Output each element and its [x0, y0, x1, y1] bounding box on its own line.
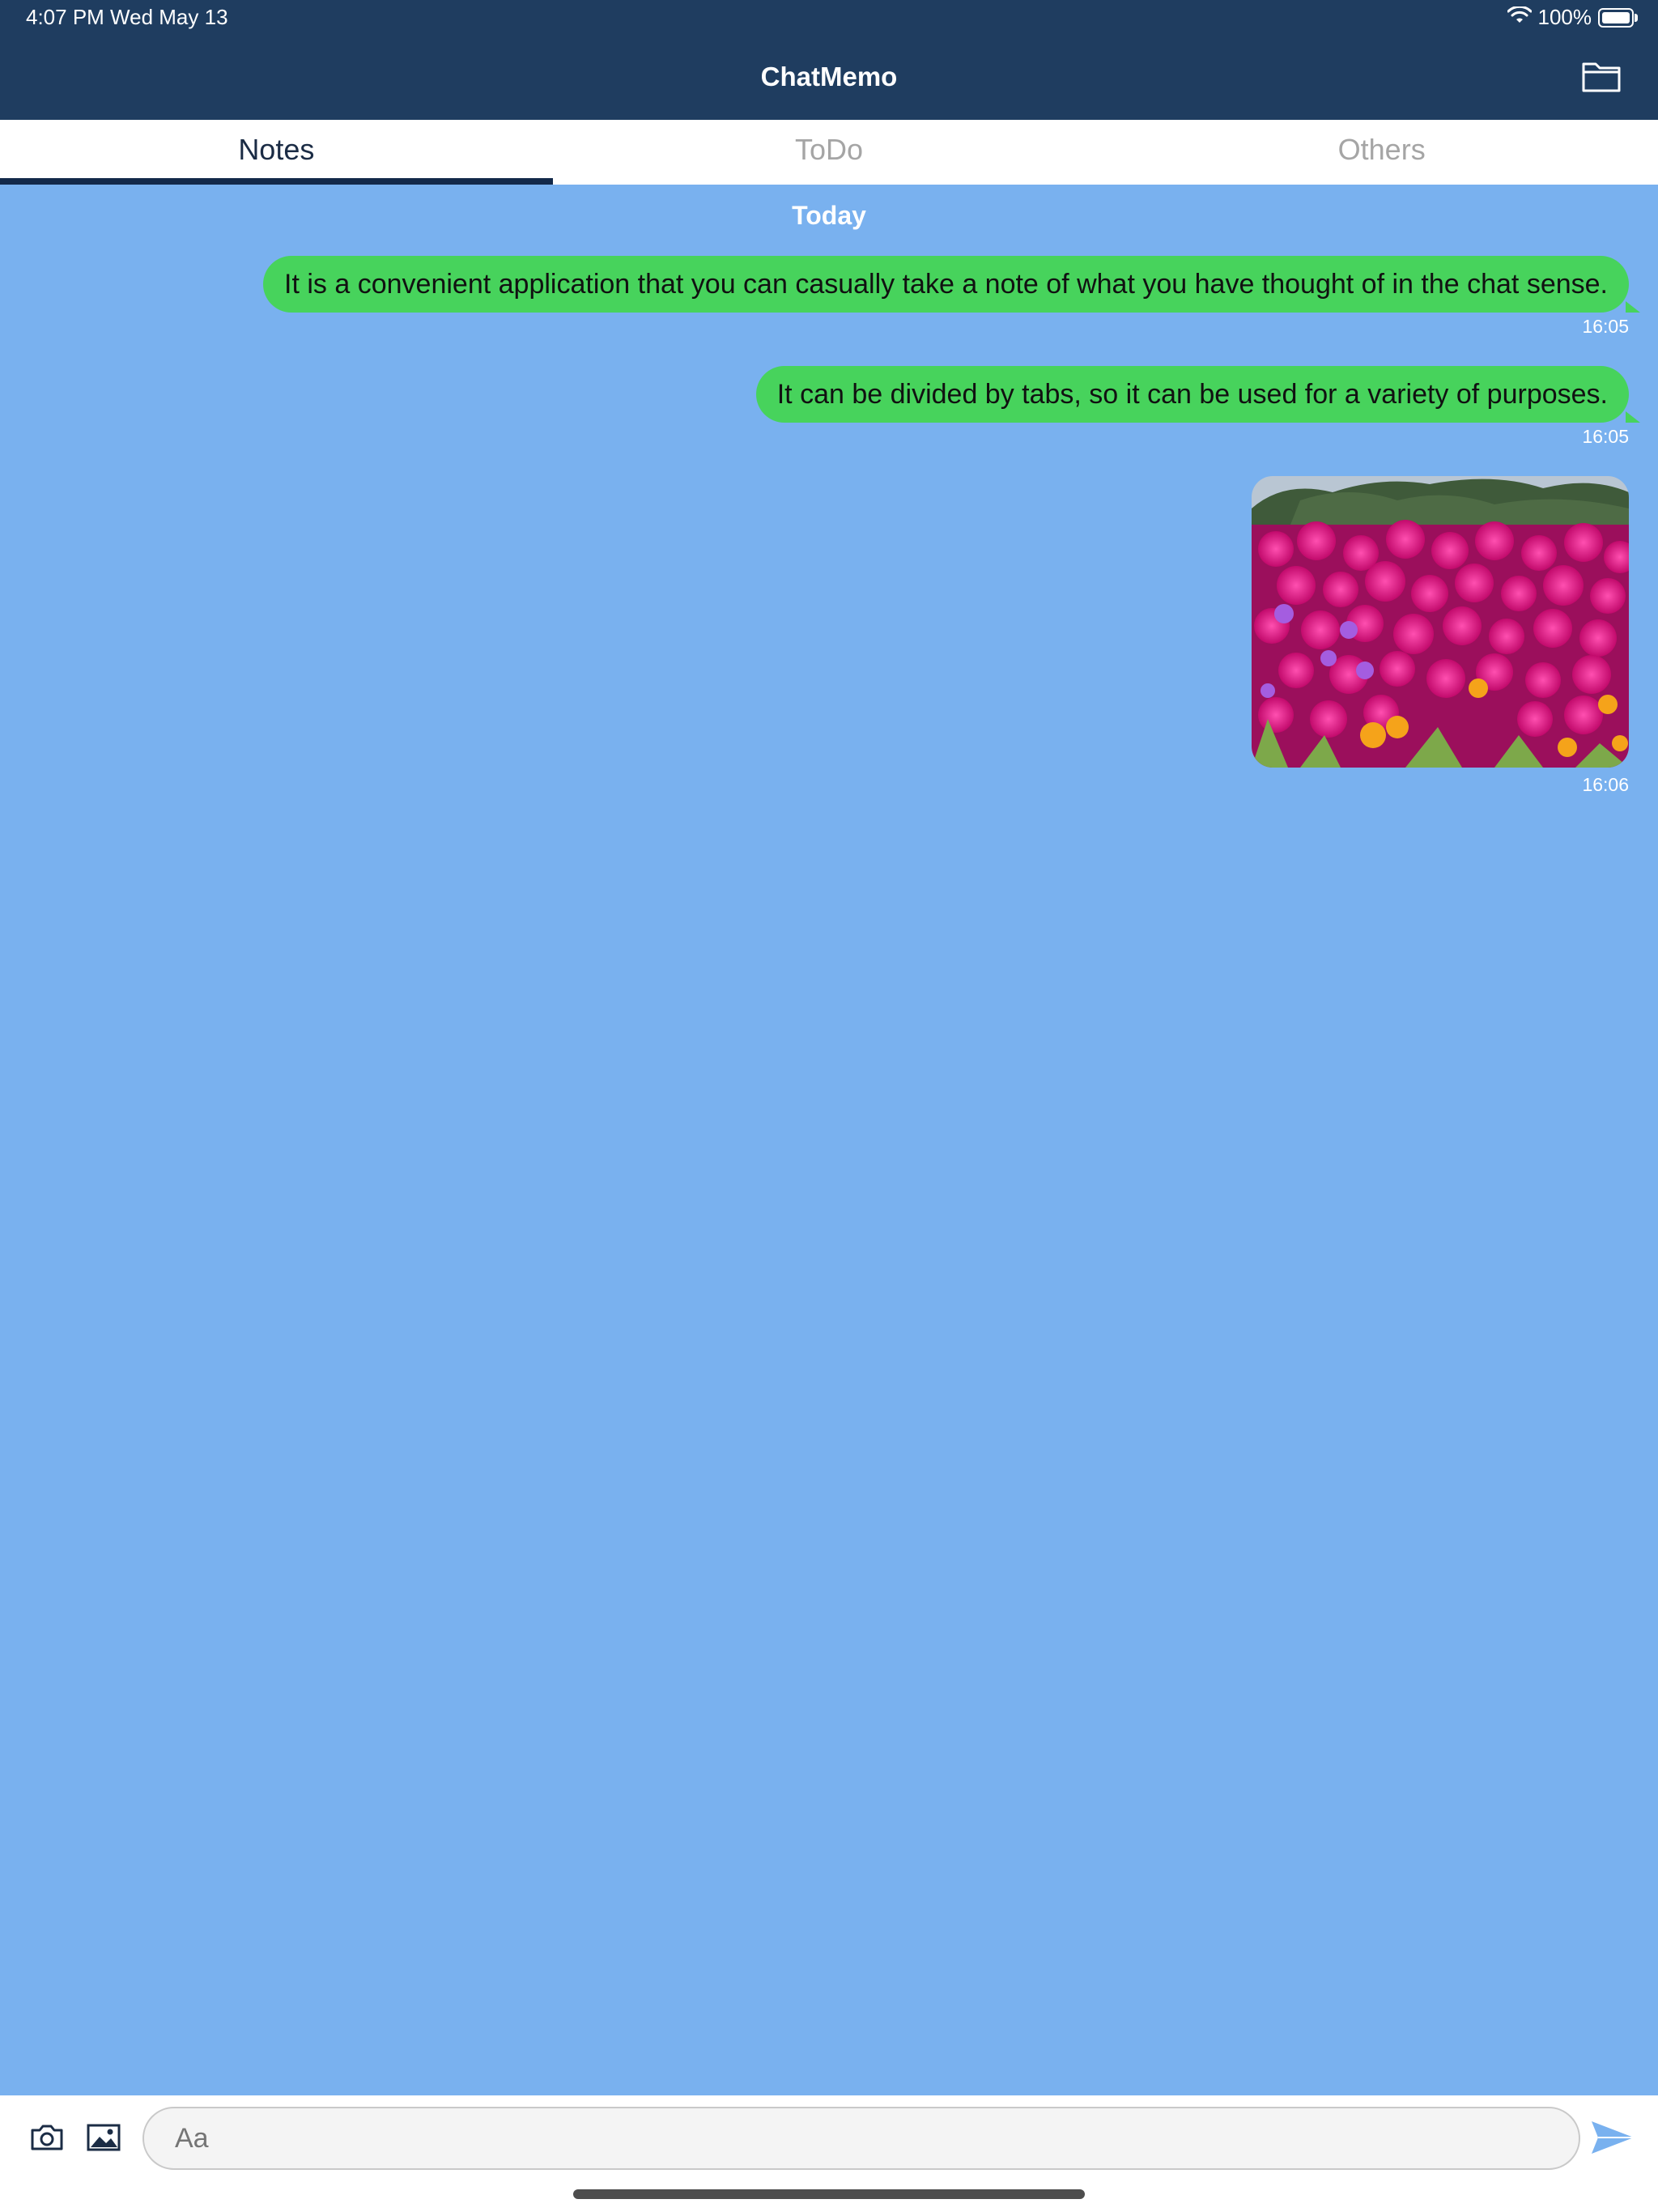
message-time: 16:05: [1582, 426, 1629, 447]
send-icon: [1590, 2119, 1635, 2160]
chat-area[interactable]: Today It is a convenient application tha…: [0, 185, 1658, 2095]
battery-percentage: 100%: [1537, 5, 1592, 29]
camera-icon: [29, 2123, 65, 2156]
tab-bar: Notes ToDo Others: [0, 120, 1658, 185]
tab-others[interactable]: Others: [1105, 120, 1658, 185]
tab-notes[interactable]: Notes: [0, 120, 553, 185]
message-bubble[interactable]: It can be divided by tabs, so it can be …: [755, 366, 1641, 423]
photo-library-icon: [87, 2124, 121, 2155]
composer-bar: [0, 2095, 1658, 2212]
app-header: 4:07 PM Wed May 13 100% ChatMemo: [0, 0, 1658, 120]
send-button[interactable]: [1588, 2115, 1637, 2163]
message-photo[interactable]: [1252, 476, 1629, 768]
message-time: 16:05: [1582, 316, 1629, 337]
status-indicators: 100%: [1507, 5, 1638, 30]
flower-photo-image: [1252, 476, 1629, 768]
message-bubble[interactable]: It is a convenient application that you …: [263, 256, 1640, 313]
folder-icon: [1581, 59, 1622, 97]
battery-icon: [1598, 7, 1638, 28]
wifi-icon: [1507, 5, 1532, 30]
status-time: 4:07 PM Wed May 13: [26, 5, 228, 29]
page-title: ChatMemo: [760, 62, 898, 91]
folder-button[interactable]: [1580, 60, 1622, 96]
message-input[interactable]: [142, 2107, 1580, 2170]
camera-button[interactable]: [23, 2115, 71, 2163]
tab-todo[interactable]: ToDo: [553, 120, 1106, 185]
date-separator: Today: [792, 201, 866, 230]
home-indicator: [573, 2189, 1085, 2199]
photo-library-button[interactable]: [79, 2115, 128, 2163]
message-time: 16:06: [1582, 774, 1629, 795]
